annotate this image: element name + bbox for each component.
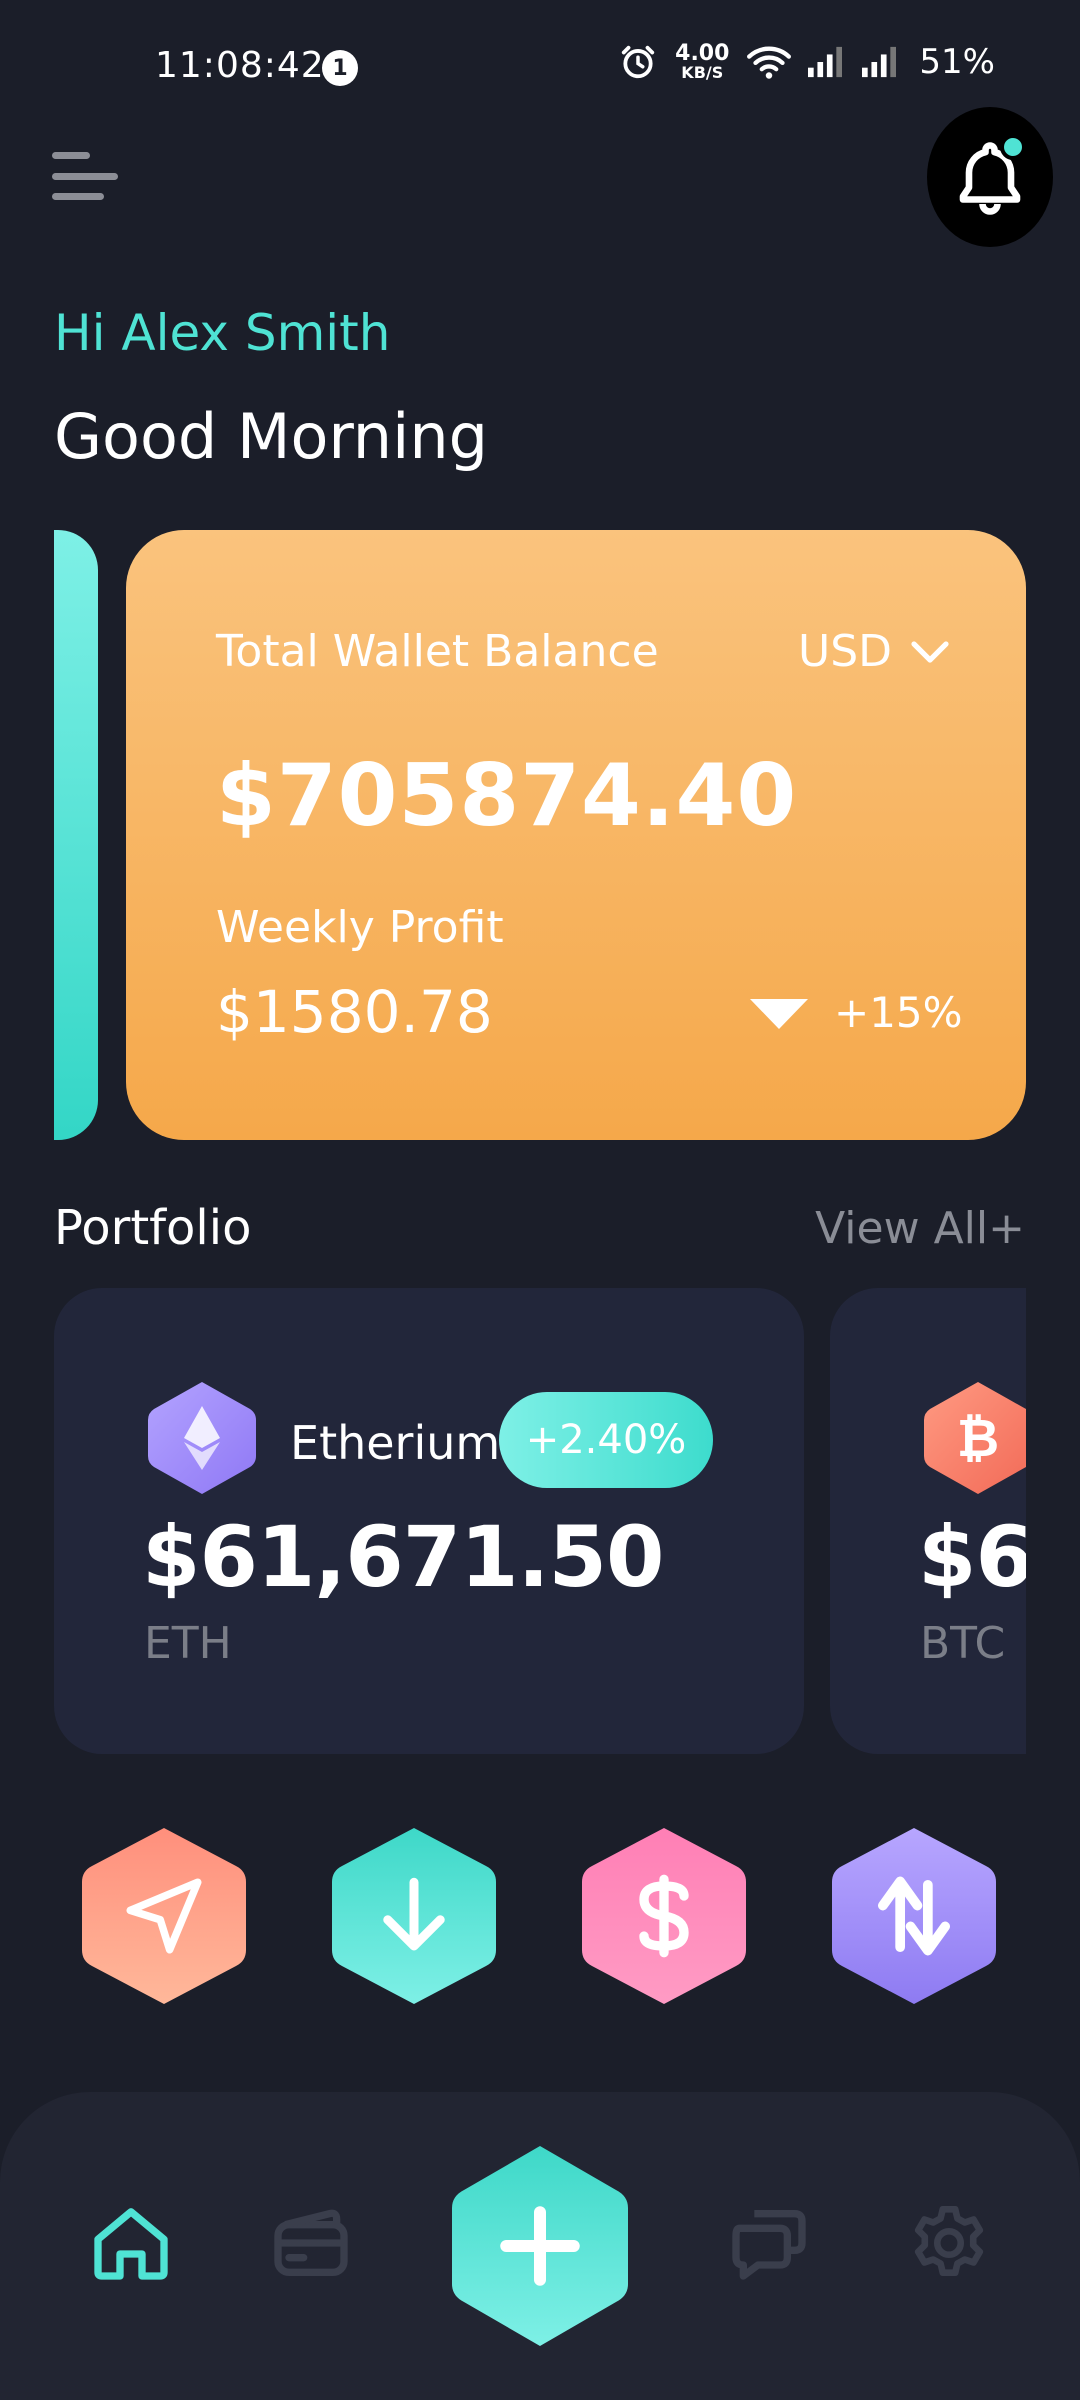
signal-icon-2 <box>862 46 897 78</box>
buy-button[interactable] <box>574 1826 754 2006</box>
wallet-balance-label: Total Wallet Balance <box>216 626 659 677</box>
asset-card-eth[interactable]: Etherium +2.40% $61,671.50 ETH <box>54 1288 804 1754</box>
asset-value: $61,671.50 <box>142 1508 664 1606</box>
notification-count-badge: 1 <box>322 50 358 86</box>
asset-symbol: BTC <box>920 1618 1006 1669</box>
receive-icon <box>383 1877 445 1951</box>
nav-settings[interactable] <box>904 2198 994 2288</box>
signal-icon-1 <box>808 46 843 78</box>
weekly-profit-change: +15% <box>834 988 963 1037</box>
svg-text:₿: ₿ <box>957 1409 999 1469</box>
weekly-profit-value: $1580.78 <box>216 978 493 1046</box>
swap-button[interactable] <box>824 1826 1004 2006</box>
asset-symbol: ETH <box>144 1618 232 1669</box>
network-speed-value: 4.00 <box>675 41 730 66</box>
home-icon <box>94 2208 168 2280</box>
bitcoin-icon: ₿ <box>924 1382 1026 1494</box>
trend-down-icon <box>750 999 808 1029</box>
alarm-icon <box>621 45 655 79</box>
asset-value: $61 <box>918 1508 1026 1606</box>
send-button[interactable] <box>74 1826 254 2006</box>
wallet-balance-card[interactable]: Total Wallet Balance USD $705874.40 Week… <box>126 530 1026 1140</box>
currency-selector[interactable]: USD <box>798 626 950 677</box>
chevron-down-icon <box>911 640 949 663</box>
status-bar: 11:08:42 1 4.00 KB/S 51% <box>0 0 1080 135</box>
status-time: 11:08:42 <box>155 45 325 86</box>
asset-name: Etherium <box>290 1416 501 1470</box>
asset-change-badge: +2.40% <box>499 1392 713 1488</box>
settings-icon <box>914 2205 984 2276</box>
notification-dot <box>1000 134 1026 160</box>
wallet-balance-value: $705874.40 <box>216 746 798 846</box>
receive-button[interactable] <box>324 1826 504 2006</box>
currency-label: USD <box>797 626 892 677</box>
dollar-icon <box>639 1874 689 1958</box>
previous-card-peek[interactable] <box>54 530 98 1140</box>
wifi-icon <box>747 46 792 79</box>
asset-card-btc[interactable]: ₿ $61 BTC <box>830 1288 1026 1754</box>
battery-level: 51% <box>919 42 995 82</box>
send-icon <box>126 1878 202 1954</box>
swap-icon <box>878 1876 950 1956</box>
notifications-button[interactable] <box>927 107 1053 247</box>
view-all-link[interactable]: View All+ <box>815 1203 1025 1254</box>
wallet-card-icon <box>274 2209 348 2276</box>
status-icons: 4.00 KB/S 51% <box>619 42 995 82</box>
network-speed: 4.00 KB/S <box>675 43 729 81</box>
weekly-profit-label: Weekly Profit <box>216 902 504 953</box>
greeting-name: Hi Alex Smith <box>54 304 391 362</box>
add-button[interactable] <box>448 2144 632 2348</box>
network-speed-unit: KB/S <box>681 63 724 82</box>
nav-home[interactable] <box>86 2198 176 2288</box>
nav-chat[interactable] <box>724 2198 814 2288</box>
portfolio-title: Portfolio <box>54 1200 252 1256</box>
add-icon <box>500 2206 580 2286</box>
ethereum-icon <box>148 1382 256 1494</box>
portfolio-carousel[interactable]: Etherium +2.40% $61,671.50 ETH ₿ $61 BTC <box>54 1288 1026 1754</box>
chat-icon <box>732 2210 806 2280</box>
hamburger-menu-icon[interactable] <box>52 148 118 204</box>
nav-wallet[interactable] <box>266 2198 356 2288</box>
greeting-subtitle: Good Morning <box>54 400 488 473</box>
